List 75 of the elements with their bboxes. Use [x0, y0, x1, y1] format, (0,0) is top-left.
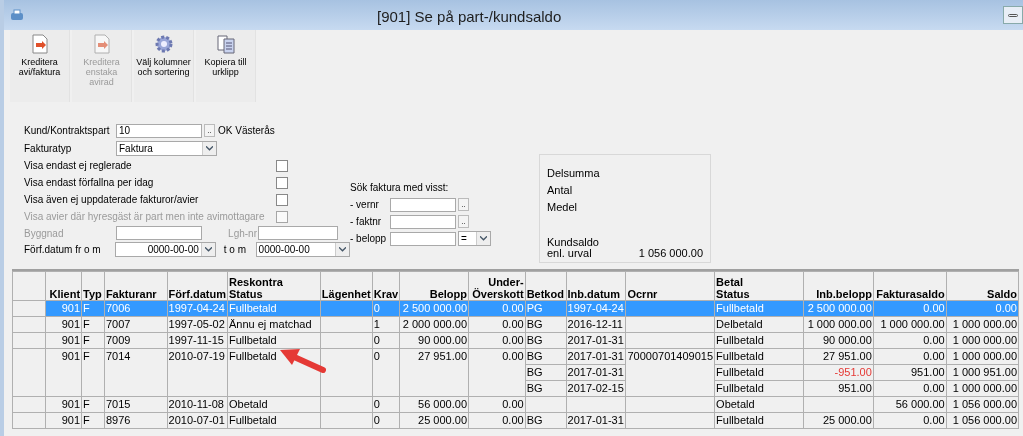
- column-header[interactable]: Inb.datum: [566, 271, 626, 301]
- table-cell: 7014: [104, 348, 168, 397]
- browse-button[interactable]: ..: [204, 124, 215, 137]
- checkbox-label: Visa avier där hyresgäst är part men inte avimottagare: [24, 210, 266, 224]
- dropdown[interactable]: 0000-00-00: [255, 242, 350, 257]
- column-header[interactable]: Fakturasaldo: [873, 271, 947, 301]
- input-field[interactable]: 10: [116, 123, 202, 138]
- customer-name: OK Västerås: [218, 124, 275, 138]
- document-arrow-icon: [93, 34, 110, 54]
- column-header[interactable]: Saldo: [946, 271, 1019, 301]
- field-label: - vernr: [350, 198, 380, 212]
- column-header[interactable]: Lägenhet: [320, 271, 373, 301]
- checkbox-label: Visa endast förfallna per idag: [24, 176, 155, 190]
- column-header[interactable]: Ocrnr: [625, 271, 715, 301]
- chevron-down-icon: [476, 232, 490, 245]
- toolbar-button[interactable]: Välj kolumner och sortering: [134, 30, 194, 102]
- field-label: Lgh-nr: [227, 226, 258, 241]
- field-label: Byggnad: [24, 226, 65, 241]
- field-label: t o m: [222, 243, 248, 257]
- checkbox-label: Visa endast ej reglerade: [24, 159, 133, 173]
- field-label: Fakturatyp: [24, 141, 73, 156]
- window-title: [901] Se på part-/kundsaldo: [377, 7, 562, 27]
- field-label: - belopp: [350, 232, 388, 246]
- checkbox[interactable]: [276, 193, 288, 206]
- input-field[interactable]: [116, 226, 202, 240]
- table-cell: 70000701409015: [625, 348, 715, 397]
- document-arrow-icon: [31, 34, 48, 54]
- search-heading: Sök faktura med visst:: [350, 181, 450, 194]
- browse-button[interactable]: ..: [458, 215, 469, 228]
- minimize-button[interactable]: [1003, 6, 1023, 24]
- arrow-annotation: [278, 347, 326, 375]
- field-label: Förf.datum fr o m: [24, 243, 102, 257]
- column-header[interactable]: Betkod: [525, 271, 567, 301]
- column-header[interactable]: Betal Status: [714, 271, 804, 301]
- checkbox[interactable]: [276, 159, 288, 172]
- table-cell: 0.00: [468, 348, 526, 397]
- summary-label: Kundsaldo enl. urval: [547, 237, 599, 259]
- input-field[interactable]: [390, 197, 456, 212]
- field-label: Kund/Kontraktspart: [24, 124, 111, 138]
- column-header[interactable]: Reskontra Status: [227, 271, 321, 301]
- field-label: - faktnr: [350, 215, 383, 229]
- summary-label: Medel: [547, 200, 578, 215]
- chevron-down-icon: [200, 243, 215, 256]
- browse-button[interactable]: ..: [458, 198, 469, 211]
- window-icon: [10, 9, 24, 21]
- dropdown[interactable]: =: [458, 231, 491, 246]
- column-header[interactable]: Fakturanr: [104, 271, 168, 301]
- table-cell: 2010-07-19: [167, 348, 228, 397]
- table-cell: 901: [45, 348, 82, 397]
- summary-label: Delsumma: [547, 166, 601, 181]
- dropdown[interactable]: 0000-00-00: [115, 242, 216, 257]
- table-cell: [320, 348, 373, 397]
- copy-document-icon: [215, 34, 236, 54]
- chevron-down-icon: [335, 243, 349, 256]
- checkbox[interactable]: [276, 176, 288, 189]
- column-header[interactable]: Under- Överskott: [468, 271, 526, 301]
- chevron-down-icon: [202, 141, 216, 155]
- column-header[interactable]: Förf.datum: [167, 271, 228, 301]
- input-field[interactable]: [390, 231, 456, 246]
- column-header[interactable]: Belopp: [399, 271, 469, 301]
- table-cell: 27 951.00: [399, 348, 469, 397]
- gear-icon: [153, 34, 174, 54]
- summary-label: Antal: [547, 183, 574, 198]
- toolbar-button[interactable]: Kreditera avi/faktura: [10, 30, 70, 102]
- column-header[interactable]: Klient: [45, 271, 82, 301]
- toolbar-button[interactable]: Kopiera till urklipp: [196, 30, 256, 102]
- row-header[interactable]: [12, 348, 45, 397]
- dropdown[interactable]: Faktura: [116, 140, 217, 156]
- input-field[interactable]: [390, 214, 456, 229]
- checkbox-label: Visa även ej uppdaterade fakturor/avier: [24, 193, 200, 207]
- column-header[interactable]: Inb.belopp: [803, 271, 874, 301]
- column-header[interactable]: Krav: [372, 271, 400, 301]
- column-header[interactable]: Typ: [81, 271, 105, 301]
- summary-value: 1 056 000.00: [638, 248, 703, 259]
- input-field[interactable]: [258, 226, 338, 240]
